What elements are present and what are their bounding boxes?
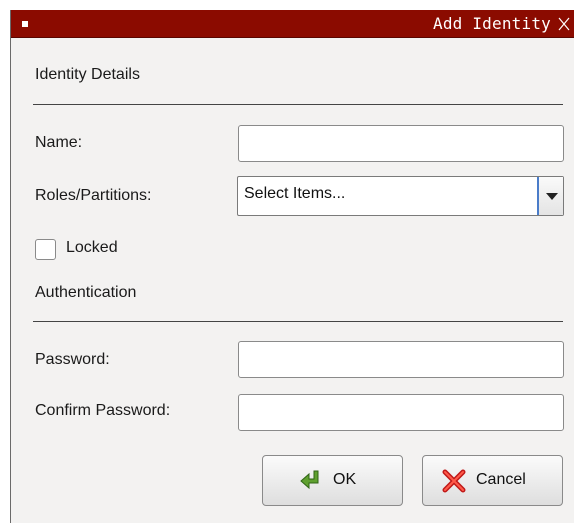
password-label: Password: [35, 351, 110, 368]
dropdown-button[interactable] [537, 177, 563, 215]
ok-label: OK [333, 471, 357, 488]
window-menu-icon[interactable] [22, 21, 28, 27]
red-x-icon [442, 469, 466, 493]
roles-select-value: Select Items... [244, 185, 346, 202]
name-input[interactable] [238, 125, 564, 162]
identity-details-heading: Identity Details [35, 66, 140, 83]
name-label: Name: [35, 134, 83, 151]
confirm-password-input[interactable] [238, 394, 564, 431]
confirm-password-label: Confirm Password: [35, 402, 171, 419]
authentication-heading: Authentication [35, 284, 137, 301]
green-arrow-icon [300, 470, 319, 490]
roles-label: Roles/Partitions: [35, 187, 152, 204]
close-icon[interactable] [557, 16, 571, 32]
locked-label[interactable]: Locked [66, 239, 118, 257]
divider [33, 104, 563, 105]
add-identity-dialog: Add Identity Identity Details Name: Role… [10, 10, 574, 523]
password-input[interactable] [238, 341, 564, 378]
chevron-down-icon [546, 193, 558, 200]
divider [33, 321, 563, 322]
roles-partitions-select[interactable]: Select Items... [237, 176, 564, 216]
title-bar[interactable]: Add Identity [11, 10, 574, 38]
cancel-label: Cancel [476, 471, 526, 488]
ok-button[interactable]: OK [262, 455, 403, 506]
window-title: Add Identity [433, 14, 551, 33]
locked-checkbox[interactable] [35, 239, 56, 260]
cancel-button[interactable]: Cancel [422, 455, 563, 506]
